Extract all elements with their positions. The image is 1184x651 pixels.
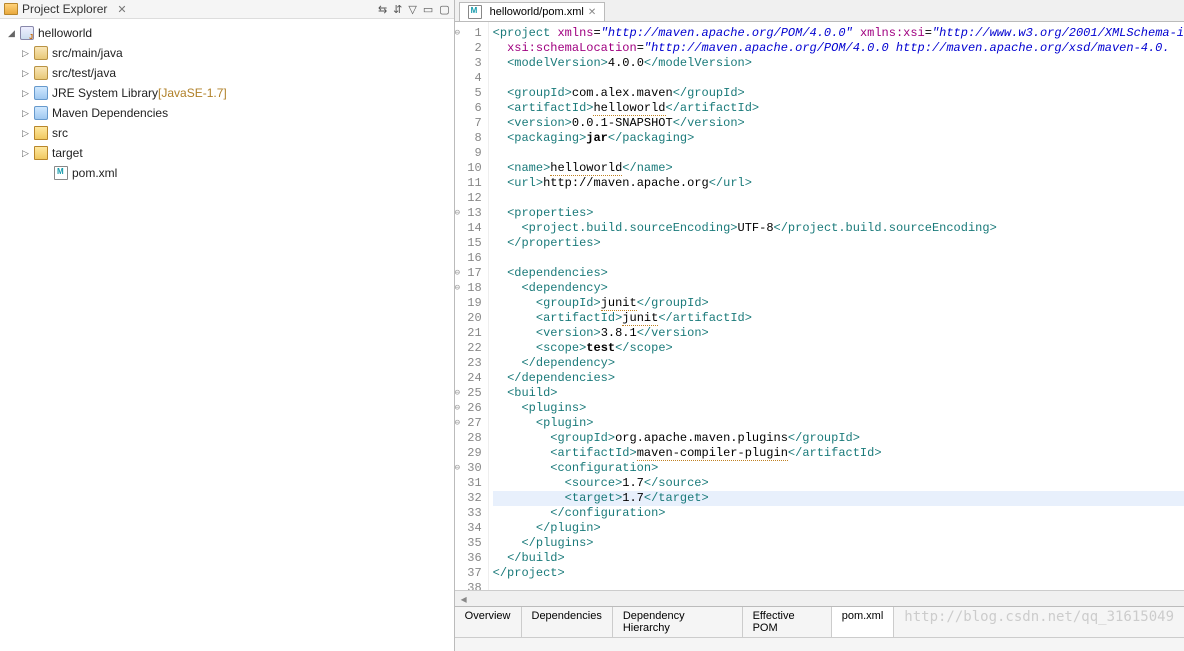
chevron-down-icon[interactable]: ◢	[8, 28, 18, 38]
minimize-icon[interactable]: ▭	[423, 3, 433, 16]
tree-item-label: src/test/java	[52, 66, 116, 80]
maximize-icon[interactable]: ▢	[439, 3, 449, 16]
foldr-icon	[34, 126, 48, 140]
chevron-right-icon[interactable]: ▷	[22, 108, 32, 118]
code-content[interactable]: <project xmlns="http://maven.apache.org/…	[489, 22, 1184, 590]
bottom-tab[interactable]: Dependency Hierarchy	[613, 607, 743, 637]
chevron-right-icon[interactable]: ▷	[22, 148, 32, 158]
xml-file-icon	[468, 5, 482, 19]
status-bar	[455, 637, 1184, 651]
close-icon[interactable]: ✕	[117, 3, 126, 16]
chevron-right-icon[interactable]: ▷	[22, 88, 32, 98]
project-icon	[20, 26, 34, 40]
project-label: helloworld	[38, 26, 92, 40]
tree-file-pom[interactable]: pom.xml	[2, 163, 452, 183]
lib-icon	[34, 86, 48, 100]
tree-item[interactable]: ▷ src/main/java	[2, 43, 452, 63]
tree-item[interactable]: ▷ src	[2, 123, 452, 143]
close-icon[interactable]: ✕	[588, 7, 596, 18]
foldr-icon	[34, 146, 48, 160]
horizontal-scrollbar[interactable]: ◂	[455, 590, 1184, 606]
pkg-icon	[34, 46, 48, 60]
tree-item[interactable]: ▷ JRE System Library [JavaSE-1.7]	[2, 83, 452, 103]
project-explorer-panel: Project Explorer ✕ ⇆ ⇵ ▽ ▭ ▢ ◢ helloworl…	[0, 0, 455, 651]
link-editor-icon[interactable]: ⇵	[393, 3, 402, 16]
tree-item-label: JRE System Library	[52, 86, 158, 100]
tree-item-label: Maven Dependencies	[52, 106, 168, 120]
view-menu-icon[interactable]: ▽	[408, 3, 416, 16]
bottom-tab[interactable]: Dependencies	[522, 607, 613, 637]
folder-icon	[4, 3, 18, 15]
editor-panel: helloworld/pom.xml ✕ 1234567891011121314…	[455, 0, 1184, 651]
explorer-title: Project Explorer	[22, 2, 107, 16]
lib-icon	[34, 106, 48, 120]
line-gutter: 1234567891011121314151617181920212223242…	[455, 22, 489, 590]
chevron-right-icon[interactable]: ▷	[22, 68, 32, 78]
tree-item-suffix: [JavaSE-1.7]	[158, 86, 227, 100]
tree-item-label: src/main/java	[52, 46, 123, 60]
tab-label: helloworld/pom.xml	[490, 6, 584, 18]
watermark-text: http://blog.csdn.net/qq_31615049	[894, 607, 1184, 637]
editor-tab-active[interactable]: helloworld/pom.xml ✕	[459, 2, 606, 21]
explorer-header: Project Explorer ✕ ⇆ ⇵ ▽ ▭ ▢	[0, 0, 454, 19]
xml-file-icon	[54, 166, 68, 180]
tree-item-label: src	[52, 126, 68, 140]
tree-item[interactable]: ▷ src/test/java	[2, 63, 452, 83]
tree-item[interactable]: ▷ target	[2, 143, 452, 163]
tree-item-label: target	[52, 146, 83, 160]
editor-bottom-tabs: OverviewDependenciesDependency Hierarchy…	[455, 606, 1184, 637]
code-editor[interactable]: 1234567891011121314151617181920212223242…	[455, 22, 1184, 590]
chevron-right-icon[interactable]: ▷	[22, 128, 32, 138]
editor-tabs: helloworld/pom.xml ✕	[455, 0, 1184, 22]
collapse-all-icon[interactable]: ⇆	[378, 3, 387, 16]
pkg-icon	[34, 66, 48, 80]
tree-project-root[interactable]: ◢ helloworld	[2, 23, 452, 43]
project-tree[interactable]: ◢ helloworld ▷ src/main/java ▷ src/test/jav…	[0, 19, 454, 187]
bottom-tab[interactable]: pom.xml	[832, 607, 895, 637]
file-label: pom.xml	[72, 166, 117, 180]
bottom-tab[interactable]: Overview	[455, 607, 522, 637]
explorer-toolbar: ⇆ ⇵ ▽ ▭ ▢	[378, 3, 450, 16]
chevron-right-icon[interactable]: ▷	[22, 48, 32, 58]
bottom-tab[interactable]: Effective POM	[743, 607, 832, 637]
tree-item[interactable]: ▷ Maven Dependencies	[2, 103, 452, 123]
